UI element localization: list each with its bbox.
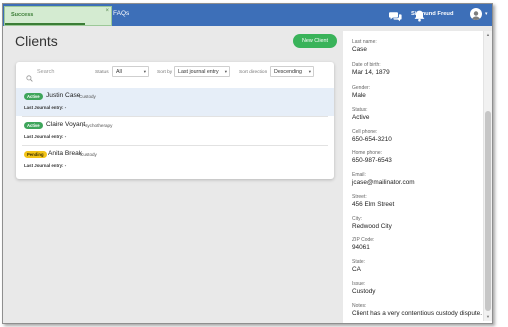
scroll-up-arrow-icon[interactable]: ▲ bbox=[486, 33, 490, 37]
field-value-issue: Custody bbox=[352, 288, 376, 295]
status-filter-label: Status bbox=[95, 70, 109, 75]
field-value-status: Active bbox=[352, 114, 370, 121]
client-detail-panel: Last name: Case Date of birth: Mar 14, 1… bbox=[343, 31, 492, 323]
app-window: Success × FAQs Sigmund Freud ▾ Clients N… bbox=[2, 3, 493, 324]
sort-by-label: Sort by bbox=[157, 70, 173, 75]
status-badge: Pending bbox=[24, 151, 47, 158]
toast-progress-bar bbox=[5, 23, 85, 25]
field-label-home-phone: Home phone: bbox=[352, 150, 383, 156]
field-label-last-name: Last name: bbox=[352, 39, 377, 45]
field-label-date-of-birth: Date of birth: bbox=[352, 62, 381, 68]
search-icon bbox=[26, 69, 33, 87]
field-label-issue: Issue: bbox=[352, 281, 366, 287]
field-label-state: State: bbox=[352, 259, 366, 265]
client-row[interactable]: Active Justin Case Custody Last Journal … bbox=[16, 88, 334, 116]
field-label-cell-phone: Cell phone: bbox=[352, 129, 378, 135]
field-label-gender: Gender: bbox=[352, 85, 371, 91]
new-client-button[interactable]: New Client bbox=[293, 34, 337, 48]
toast-message: Success bbox=[11, 12, 34, 18]
field-value-email: jcase@mailinator.com bbox=[352, 179, 415, 186]
chevron-down-icon: ▾ bbox=[224, 69, 227, 74]
field-label-email: Email: bbox=[352, 172, 366, 178]
faqs-link[interactable]: FAQs bbox=[113, 10, 129, 17]
field-label-street: Street: bbox=[352, 194, 367, 200]
client-list-card: Search Status All ▾ Sort by Last journal… bbox=[16, 62, 334, 179]
client-row[interactable]: Pending Anita Break Custody Last Journal… bbox=[16, 146, 334, 174]
top-navigation-bar: Success × FAQs Sigmund Freud ▾ bbox=[3, 4, 492, 26]
detail-scrollbar[interactable]: ▲ ▼ bbox=[483, 31, 492, 321]
search-input[interactable]: Search bbox=[37, 69, 54, 75]
sort-direction-value: Descending bbox=[274, 69, 302, 75]
scroll-down-arrow-icon[interactable]: ▼ bbox=[486, 315, 490, 319]
field-value-last-name: Case bbox=[352, 46, 367, 53]
field-label-status: Status: bbox=[352, 107, 368, 113]
status-filter-select[interactable]: All ▾ bbox=[112, 66, 149, 77]
status-badge: Active bbox=[24, 93, 43, 100]
client-row[interactable]: Active Claire Voyant Psychotherapy Last … bbox=[16, 117, 334, 145]
last-journal-entry: Last Journal entry: - bbox=[24, 134, 67, 139]
user-avatar-icon[interactable] bbox=[470, 8, 482, 20]
chevron-down-icon: ▾ bbox=[308, 69, 311, 74]
field-value-home-phone: 650-987-6543 bbox=[352, 157, 392, 164]
chat-bubbles-icon[interactable] bbox=[389, 9, 402, 27]
user-menu-chevron-icon[interactable]: ▾ bbox=[485, 11, 488, 17]
sort-direction-label: Sort direction bbox=[239, 70, 268, 75]
field-label-notes: Notes: bbox=[352, 303, 367, 309]
client-issue-type: Custody bbox=[79, 94, 96, 99]
field-value-gender: Male bbox=[352, 92, 366, 99]
chevron-down-icon: ▾ bbox=[143, 69, 146, 74]
sort-by-value: Last journal entry bbox=[178, 69, 219, 75]
last-journal-entry: Last Journal entry: - bbox=[24, 163, 67, 168]
scrollbar-thumb[interactable] bbox=[485, 111, 491, 311]
field-label-city: City: bbox=[352, 216, 362, 222]
client-name: Anita Break bbox=[48, 150, 83, 157]
status-badge: Active bbox=[24, 122, 43, 129]
field-value-date-of-birth: Mar 14, 1879 bbox=[352, 69, 390, 76]
sort-direction-select[interactable]: Descending ▾ bbox=[270, 66, 314, 77]
field-value-zip-code: 94061 bbox=[352, 244, 370, 251]
field-value-city: Redwood City bbox=[352, 223, 392, 230]
user-name[interactable]: Sigmund Freud bbox=[411, 11, 454, 17]
client-name: Claire Voyant bbox=[46, 121, 86, 128]
field-value-cell-phone: 650-654-3210 bbox=[352, 136, 392, 143]
last-journal-entry: Last Journal entry: - bbox=[24, 105, 67, 110]
page-title: Clients bbox=[15, 33, 58, 49]
field-value-notes: Client has a very contentious custody di… bbox=[352, 310, 483, 317]
client-name: Justin Case bbox=[46, 92, 81, 99]
field-value-street: 456 Elm Street bbox=[352, 201, 395, 208]
field-label-zip-code: ZIP Code: bbox=[352, 237, 375, 243]
client-issue-type: Psychotherapy bbox=[82, 123, 113, 128]
client-issue-type: Custody bbox=[80, 152, 97, 157]
sort-by-select[interactable]: Last journal entry ▾ bbox=[174, 66, 230, 77]
toast-close-icon[interactable]: × bbox=[105, 8, 109, 14]
status-filter-value: All bbox=[116, 69, 122, 75]
success-toast: Success × bbox=[4, 6, 112, 26]
field-value-state: CA bbox=[352, 266, 361, 273]
